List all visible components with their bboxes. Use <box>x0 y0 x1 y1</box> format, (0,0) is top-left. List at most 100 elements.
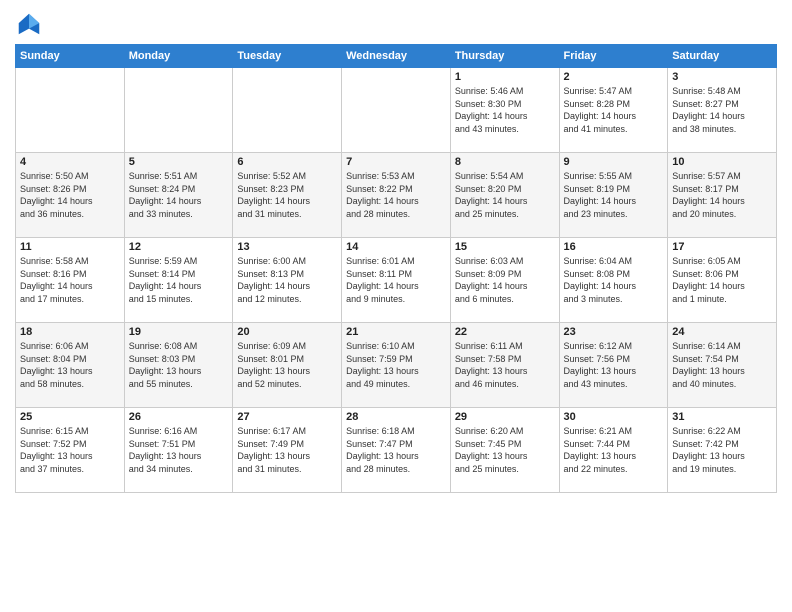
day-info: Sunrise: 5:50 AM Sunset: 8:26 PM Dayligh… <box>20 170 120 220</box>
day-number: 23 <box>564 326 664 338</box>
day-number: 28 <box>346 411 446 423</box>
calendar-cell: 14 Sunrise: 6:01 AM Sunset: 8:11 PM Dayli… <box>342 238 451 323</box>
calendar-cell: 3 Sunrise: 5:48 AM Sunset: 8:27 PM Daylig… <box>668 68 777 153</box>
calendar-week-3: 11Sunrise: 5:58 AM Sunset: 8:16 PM Dayli… <box>16 238 777 323</box>
day-info: Sunrise: 5:52 AM Sunset: 8:23 PM Dayligh… <box>237 170 337 220</box>
calendar-cell: 20 Sunrise: 6:09 AM Sunset: 8:01 PM Dayli… <box>233 323 342 408</box>
day-info: Sunrise: 6:18 AM Sunset: 7:47 PM Dayligh… <box>346 425 446 475</box>
calendar-cell: 15Sunrise: 6:03 AM Sunset: 8:09 PM Dayli… <box>450 238 559 323</box>
day-info: Sunrise: 6:22 AM Sunset: 7:42 PM Dayligh… <box>672 425 772 475</box>
day-number: 1 <box>455 71 555 83</box>
calendar-cell <box>342 68 451 153</box>
day-number: 10 <box>672 156 772 168</box>
calendar-cell: 27 Sunrise: 6:17 AM Sunset: 7:49 PM Dayli… <box>233 408 342 493</box>
calendar-week-5: 25 Sunrise: 6:15 AM Sunset: 7:52 PM Dayli… <box>16 408 777 493</box>
calendar-cell: 1Sunrise: 5:46 AM Sunset: 8:30 PM Daylig… <box>450 68 559 153</box>
col-header-friday: Friday <box>559 45 668 68</box>
day-number: 5 <box>129 156 229 168</box>
day-info: Sunrise: 5:58 AM Sunset: 8:16 PM Dayligh… <box>20 255 120 305</box>
calendar-cell: 2 Sunrise: 5:47 AM Sunset: 8:28 PM Daylig… <box>559 68 668 153</box>
calendar-week-4: 18 Sunrise: 6:06 AM Sunset: 8:04 PM Dayli… <box>16 323 777 408</box>
day-info: Sunrise: 6:14 AM Sunset: 7:54 PM Dayligh… <box>672 340 772 390</box>
day-number: 19 <box>129 326 229 338</box>
day-number: 18 <box>20 326 120 338</box>
calendar-cell: 24 Sunrise: 6:14 AM Sunset: 7:54 PM Dayli… <box>668 323 777 408</box>
col-header-tuesday: Tuesday <box>233 45 342 68</box>
day-number: 3 <box>672 71 772 83</box>
calendar-cell: 23Sunrise: 6:12 AM Sunset: 7:56 PM Dayli… <box>559 323 668 408</box>
day-info: Sunrise: 5:47 AM Sunset: 8:28 PM Dayligh… <box>564 85 664 135</box>
calendar-week-1: 1Sunrise: 5:46 AM Sunset: 8:30 PM Daylig… <box>16 68 777 153</box>
day-number: 7 <box>346 156 446 168</box>
calendar-cell: 26 Sunrise: 6:16 AM Sunset: 7:51 PM Dayli… <box>124 408 233 493</box>
calendar-header-row: SundayMondayTuesdayWednesdayThursdayFrid… <box>16 45 777 68</box>
day-info: Sunrise: 5:57 AM Sunset: 8:17 PM Dayligh… <box>672 170 772 220</box>
header <box>15 10 777 38</box>
calendar-cell <box>124 68 233 153</box>
day-number: 30 <box>564 411 664 423</box>
day-info: Sunrise: 5:51 AM Sunset: 8:24 PM Dayligh… <box>129 170 229 220</box>
calendar-cell: 17 Sunrise: 6:05 AM Sunset: 8:06 PM Dayli… <box>668 238 777 323</box>
col-header-wednesday: Wednesday <box>342 45 451 68</box>
day-info: Sunrise: 6:04 AM Sunset: 8:08 PM Dayligh… <box>564 255 664 305</box>
day-info: Sunrise: 6:01 AM Sunset: 8:11 PM Dayligh… <box>346 255 446 305</box>
day-number: 26 <box>129 411 229 423</box>
day-info: Sunrise: 6:15 AM Sunset: 7:52 PM Dayligh… <box>20 425 120 475</box>
calendar-cell: 18 Sunrise: 6:06 AM Sunset: 8:04 PM Dayli… <box>16 323 125 408</box>
day-number: 31 <box>672 411 772 423</box>
day-info: Sunrise: 6:05 AM Sunset: 8:06 PM Dayligh… <box>672 255 772 305</box>
day-info: Sunrise: 5:54 AM Sunset: 8:20 PM Dayligh… <box>455 170 555 220</box>
calendar-cell: 30Sunrise: 6:21 AM Sunset: 7:44 PM Dayli… <box>559 408 668 493</box>
day-number: 22 <box>455 326 555 338</box>
day-number: 20 <box>237 326 337 338</box>
page: SundayMondayTuesdayWednesdayThursdayFrid… <box>0 0 792 612</box>
day-number: 4 <box>20 156 120 168</box>
calendar-cell: 21Sunrise: 6:10 AM Sunset: 7:59 PM Dayli… <box>342 323 451 408</box>
day-number: 8 <box>455 156 555 168</box>
calendar-cell: 11Sunrise: 5:58 AM Sunset: 8:16 PM Dayli… <box>16 238 125 323</box>
day-number: 21 <box>346 326 446 338</box>
calendar-cell: 16Sunrise: 6:04 AM Sunset: 8:08 PM Dayli… <box>559 238 668 323</box>
calendar-week-2: 4 Sunrise: 5:50 AM Sunset: 8:26 PM Daylig… <box>16 153 777 238</box>
col-header-saturday: Saturday <box>668 45 777 68</box>
day-info: Sunrise: 6:06 AM Sunset: 8:04 PM Dayligh… <box>20 340 120 390</box>
day-info: Sunrise: 5:53 AM Sunset: 8:22 PM Dayligh… <box>346 170 446 220</box>
logo-icon <box>15 10 43 38</box>
calendar-cell <box>233 68 342 153</box>
day-number: 9 <box>564 156 664 168</box>
day-info: Sunrise: 6:16 AM Sunset: 7:51 PM Dayligh… <box>129 425 229 475</box>
day-number: 17 <box>672 241 772 253</box>
day-info: Sunrise: 6:03 AM Sunset: 8:09 PM Dayligh… <box>455 255 555 305</box>
calendar-cell: 13Sunrise: 6:00 AM Sunset: 8:13 PM Dayli… <box>233 238 342 323</box>
day-number: 6 <box>237 156 337 168</box>
day-number: 25 <box>20 411 120 423</box>
calendar-cell: 31 Sunrise: 6:22 AM Sunset: 7:42 PM Dayli… <box>668 408 777 493</box>
day-number: 27 <box>237 411 337 423</box>
calendar-cell: 7 Sunrise: 5:53 AM Sunset: 8:22 PM Daylig… <box>342 153 451 238</box>
logo <box>15 10 47 38</box>
calendar-cell <box>16 68 125 153</box>
day-info: Sunrise: 6:17 AM Sunset: 7:49 PM Dayligh… <box>237 425 337 475</box>
calendar-cell: 8 Sunrise: 5:54 AM Sunset: 8:20 PM Daylig… <box>450 153 559 238</box>
calendar-cell: 6 Sunrise: 5:52 AM Sunset: 8:23 PM Daylig… <box>233 153 342 238</box>
calendar-table: SundayMondayTuesdayWednesdayThursdayFrid… <box>15 44 777 493</box>
col-header-sunday: Sunday <box>16 45 125 68</box>
calendar-cell: 28 Sunrise: 6:18 AM Sunset: 7:47 PM Dayli… <box>342 408 451 493</box>
calendar-cell: 10 Sunrise: 5:57 AM Sunset: 8:17 PM Dayli… <box>668 153 777 238</box>
day-number: 14 <box>346 241 446 253</box>
col-header-thursday: Thursday <box>450 45 559 68</box>
day-info: Sunrise: 5:48 AM Sunset: 8:27 PM Dayligh… <box>672 85 772 135</box>
calendar-cell: 9 Sunrise: 5:55 AM Sunset: 8:19 PM Daylig… <box>559 153 668 238</box>
day-info: Sunrise: 6:20 AM Sunset: 7:45 PM Dayligh… <box>455 425 555 475</box>
day-number: 24 <box>672 326 772 338</box>
calendar-cell: 4 Sunrise: 5:50 AM Sunset: 8:26 PM Daylig… <box>16 153 125 238</box>
day-number: 2 <box>564 71 664 83</box>
calendar-cell: 22 Sunrise: 6:11 AM Sunset: 7:58 PM Dayli… <box>450 323 559 408</box>
day-info: Sunrise: 6:09 AM Sunset: 8:01 PM Dayligh… <box>237 340 337 390</box>
day-info: Sunrise: 5:55 AM Sunset: 8:19 PM Dayligh… <box>564 170 664 220</box>
col-header-monday: Monday <box>124 45 233 68</box>
day-number: 13 <box>237 241 337 253</box>
calendar-cell: 25 Sunrise: 6:15 AM Sunset: 7:52 PM Dayli… <box>16 408 125 493</box>
day-number: 29 <box>455 411 555 423</box>
day-info: Sunrise: 6:11 AM Sunset: 7:58 PM Dayligh… <box>455 340 555 390</box>
